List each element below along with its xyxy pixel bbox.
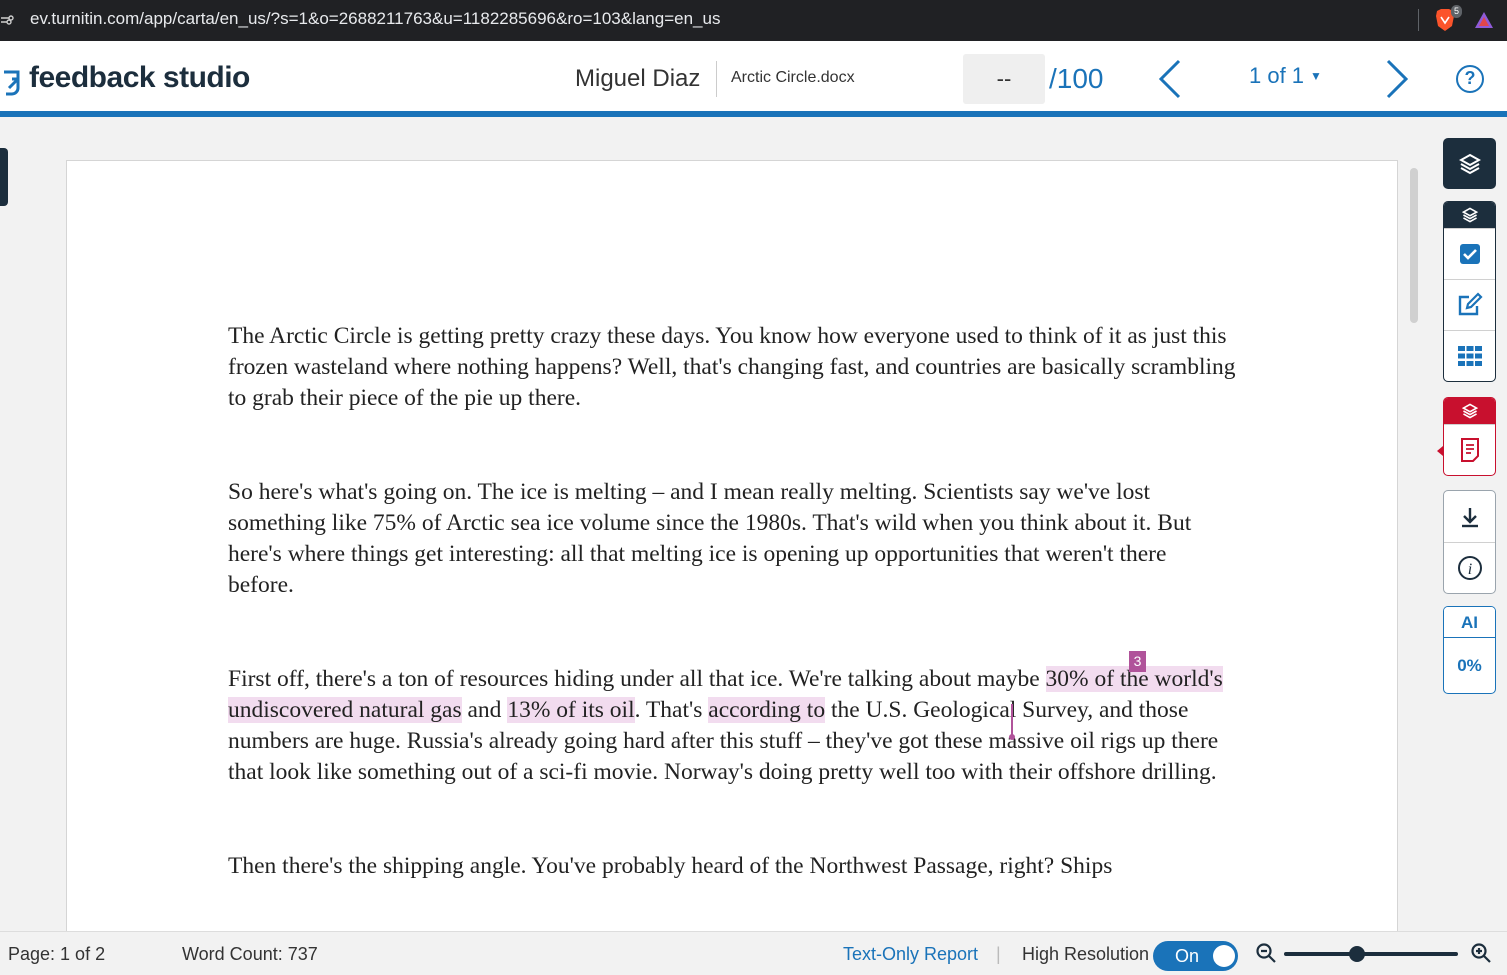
zoom-in-button[interactable] — [1470, 942, 1492, 964]
similarity-layer-header[interactable] — [1444, 398, 1495, 424]
grade-input[interactable]: -- — [963, 54, 1045, 104]
layers-icon — [1461, 403, 1478, 419]
pager-text: 1 of 1 — [1249, 63, 1305, 88]
zoom-in-icon — [1471, 943, 1491, 963]
quickmarks-button[interactable] — [1444, 228, 1495, 279]
student-name: Miguel Diaz — [575, 65, 701, 92]
toggle-state: On — [1175, 946, 1200, 966]
brave-shields-icon[interactable]: 5 — [1434, 5, 1462, 32]
similarity-match-highlight[interactable]: 13% of its oil — [507, 697, 635, 723]
similarity-report-button[interactable] — [1444, 424, 1495, 475]
download-button[interactable] — [1444, 491, 1495, 542]
ai-percentage: 0% — [1457, 656, 1482, 675]
rubric-button[interactable] — [1444, 330, 1495, 381]
edit-icon — [1458, 292, 1483, 316]
utility-tools-group: i — [1443, 490, 1496, 594]
ai-label: AI — [1444, 607, 1495, 638]
paragraph-with-matches: First off, there's a ton of resources hi… — [228, 664, 1238, 788]
zoom-slider-thumb[interactable] — [1349, 946, 1366, 962]
browser-address-bar: ev.turnitin.com/app/carta/en_us/?s=1&o=2… — [0, 0, 1507, 41]
app-header: feedback studio Miguel Diaz Arctic Circl… — [0, 41, 1507, 117]
text-cursor-handle[interactable] — [1009, 734, 1015, 740]
layers-icon — [1458, 153, 1481, 174]
grid-icon — [1457, 346, 1482, 366]
text-run: First off, there's a ton of resources hi… — [228, 666, 1046, 692]
zoom-slider[interactable] — [1284, 946, 1458, 962]
zoom-out-icon — [1256, 943, 1276, 963]
document-page: The Arctic Circle is getting pretty craz… — [66, 160, 1398, 960]
high-resolution-label: High Resolution — [1022, 944, 1150, 964]
text-cursor — [1011, 704, 1013, 738]
chevron-down-icon: ▼ — [1310, 69, 1322, 83]
status-divider: | — [996, 944, 1001, 964]
file-name: Arctic Circle.docx — [731, 69, 855, 86]
feedback-studio-logo-icon — [0, 60, 24, 100]
text-run: . That's — [634, 697, 709, 723]
url-text[interactable]: ev.turnitin.com/app/carta/en_us/?s=1&o=2… — [30, 9, 720, 29]
toolbar-divider — [1418, 9, 1419, 31]
status-bar: Page: 1 of 2 Word Count: 737 Text-Only R… — [0, 931, 1507, 975]
extension-badge: 5 — [1450, 5, 1462, 18]
grading-layer-header[interactable] — [1444, 202, 1495, 228]
next-paper-button[interactable] — [1380, 57, 1412, 101]
document-text: The Arctic Circle is getting pretty craz… — [228, 321, 1238, 945]
toggle-knob — [1213, 945, 1235, 967]
paragraph: So here's what's going on. The ice is me… — [228, 479, 1192, 598]
info-icon: i — [1457, 556, 1482, 580]
word-count: Word Count: 737 — [182, 944, 318, 964]
document-scrollbar[interactable] — [1410, 168, 1418, 323]
app-logo-text[interactable]: feedback studio — [29, 61, 250, 95]
svg-text:i: i — [1467, 561, 1471, 578]
side-drawer-tab[interactable] — [0, 148, 8, 206]
header-divider — [716, 61, 717, 97]
grade-out-of: /100 — [1049, 63, 1104, 94]
text-only-report-link[interactable]: Text-Only Report — [843, 944, 978, 965]
high-resolution-toggle[interactable]: On — [1153, 941, 1238, 971]
layers-button[interactable] — [1443, 138, 1496, 189]
feedback-summary-button[interactable] — [1444, 279, 1495, 330]
paragraph: Then there's the shipping angle. You've … — [228, 853, 1113, 879]
site-settings-icon[interactable] — [0, 11, 14, 29]
similarity-tools-group — [1443, 397, 1496, 476]
text-run: and — [461, 697, 508, 723]
paper-pager-dropdown[interactable]: 1 of 1 ▼ — [1249, 63, 1322, 89]
download-icon — [1461, 507, 1478, 527]
layers-icon — [1461, 207, 1478, 223]
checkbox-icon — [1459, 244, 1480, 264]
submission-info-button[interactable]: i — [1444, 542, 1495, 593]
match-number-badge[interactable]: 3 — [1129, 651, 1146, 672]
paragraph: The Arctic Circle is getting pretty craz… — [228, 323, 1236, 411]
help-button[interactable]: ? — [1456, 65, 1484, 93]
zoom-out-button[interactable] — [1255, 942, 1277, 964]
page-indicator: Page: 1 of 2 — [8, 944, 106, 964]
similarity-match-highlight[interactable]: according to — [708, 697, 826, 723]
brave-rewards-icon[interactable] — [1474, 10, 1494, 30]
previous-paper-button[interactable] — [1155, 57, 1187, 101]
report-icon — [1460, 438, 1479, 462]
ai-writing-indicator[interactable]: AI 0% — [1443, 606, 1496, 694]
grading-tools-group — [1443, 201, 1496, 382]
